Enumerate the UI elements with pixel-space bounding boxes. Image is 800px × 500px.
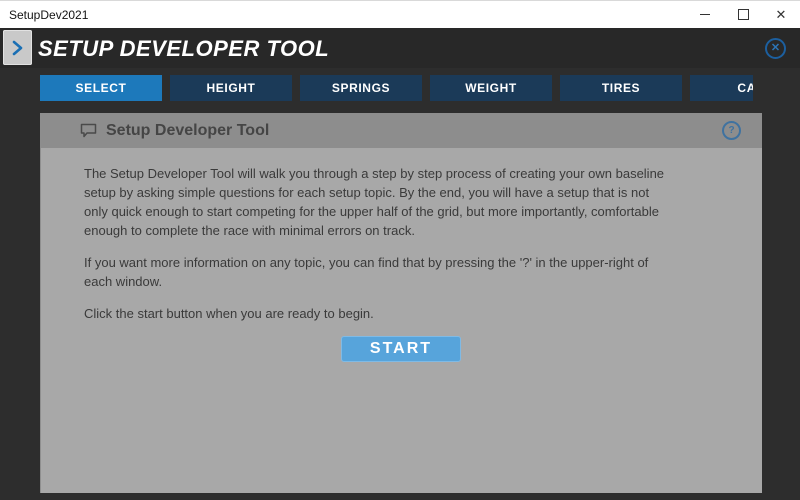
panel-header: Setup Developer Tool ?	[40, 113, 762, 148]
question-mark-icon: ?	[728, 126, 734, 136]
start-instruction-paragraph: Click the start button when you are read…	[84, 304, 676, 323]
start-button-row: START	[40, 336, 762, 362]
app-close-button[interactable]: ✕	[765, 38, 786, 59]
maximize-button[interactable]	[724, 1, 762, 28]
tab-tires[interactable]: TIRES	[560, 75, 682, 101]
window-title: SetupDev2021	[9, 8, 88, 22]
close-circle-icon: ✕	[771, 43, 780, 54]
app-window: { "window": { "title": "SetupDev2021", "…	[0, 0, 800, 500]
tab-springs[interactable]: SPRINGS	[300, 75, 422, 101]
titlebar: SetupDev2021 ✕	[0, 0, 800, 28]
chevron-right-icon	[12, 40, 23, 56]
maximize-icon	[738, 9, 749, 20]
start-button[interactable]: START	[341, 336, 461, 362]
intro-paragraph: The Setup Developer Tool will walk you t…	[84, 164, 676, 240]
tab-select[interactable]: SELECT	[40, 75, 162, 101]
minimize-icon	[700, 14, 710, 15]
app-title: SETUP DEVELOPER TOOL	[38, 28, 329, 68]
help-button[interactable]: ?	[722, 121, 741, 140]
tab-bar: SELECT HEIGHT SPRINGS WEIGHT TIRES CAS	[40, 75, 753, 101]
panel-title: Setup Developer Tool	[106, 122, 269, 140]
panel-body: The Setup Developer Tool will walk you t…	[40, 148, 762, 362]
app-header: SETUP DEVELOPER TOOL ✕	[0, 28, 800, 68]
close-icon: ✕	[776, 7, 787, 23]
setup-tool-panel: Setup Developer Tool ? The Setup Develop…	[40, 113, 762, 493]
close-window-button[interactable]: ✕	[762, 1, 800, 28]
speech-bubble-icon	[80, 123, 97, 138]
window-controls: ✕	[686, 1, 800, 28]
tab-height[interactable]: HEIGHT	[170, 75, 292, 101]
sidebar-expand-button[interactable]	[3, 30, 32, 65]
tab-weight[interactable]: WEIGHT	[430, 75, 552, 101]
help-info-paragraph: If you want more information on any topi…	[84, 253, 676, 291]
tab-caster[interactable]: CAS	[690, 75, 753, 101]
minimize-button[interactable]	[686, 1, 724, 28]
